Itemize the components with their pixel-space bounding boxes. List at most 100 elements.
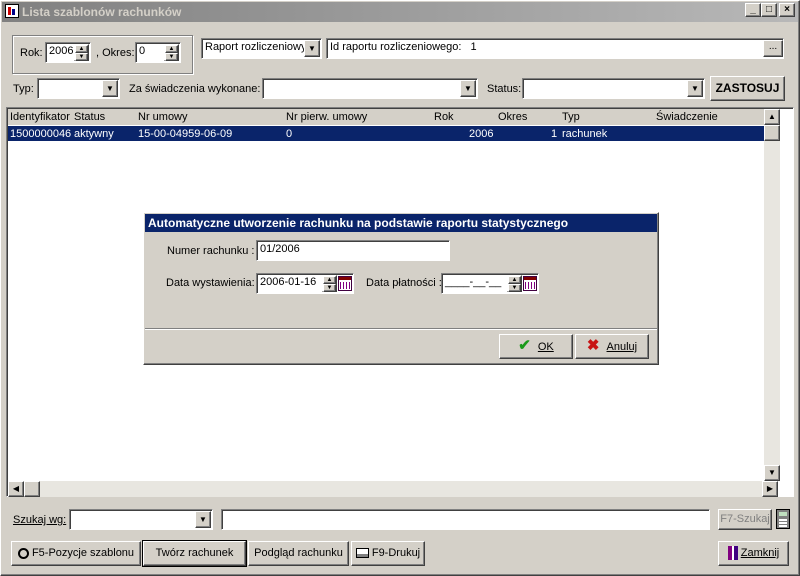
- maximize-button[interactable]: □: [761, 3, 777, 17]
- cell-typ: rachunek: [562, 128, 608, 140]
- cell-okres: 1: [551, 128, 558, 140]
- col-header-status[interactable]: Status: [74, 110, 105, 124]
- col-header-nr-pierw-umowy[interactable]: Nr pierw. umowy: [286, 110, 367, 124]
- calculator-icon[interactable]: [776, 509, 790, 529]
- typ-select[interactable]: ▼: [37, 78, 120, 99]
- raport-type-select[interactable]: Raport rozliczeniowy ▼: [201, 38, 322, 59]
- cell-status: aktywny: [74, 128, 114, 140]
- rok-stepper[interactable]: 2006 ▲ ▼: [45, 42, 91, 63]
- status-label: Status:: [487, 83, 522, 95]
- rok-label: Rok:: [20, 47, 43, 59]
- preview-button[interactable]: Podgląd rachunku: [248, 541, 349, 566]
- data-plat-input[interactable]: ____-__-__ ▲ ▼: [441, 273, 539, 294]
- door-exit-icon: [727, 546, 738, 561]
- numer-value: 01/2006: [260, 243, 300, 255]
- okres-spin[interactable]: ▲ ▼: [164, 44, 179, 61]
- cell-rok: 2006: [469, 128, 494, 140]
- numer-input[interactable]: 01/2006: [256, 240, 450, 261]
- x-icon: ✖: [586, 337, 600, 354]
- data-plat-value: ____-__-__: [445, 276, 502, 288]
- rok-value: 2006: [49, 45, 74, 57]
- spin-down-icon[interactable]: ▼: [165, 53, 178, 61]
- chevron-down-icon[interactable]: ▼: [195, 511, 211, 528]
- col-header-okres[interactable]: Okres: [498, 110, 527, 124]
- positions-label: F5-Pozycje szablonu: [31, 547, 135, 559]
- search-button[interactable]: F7-Szukaj: [718, 509, 772, 530]
- cancel-label: Anuluj: [606, 341, 638, 353]
- scroll-down-icon[interactable]: ▼: [764, 465, 780, 481]
- col-header-swiadczenie[interactable]: Świadczenie: [656, 110, 718, 124]
- date-spin[interactable]: ▲ ▼: [507, 275, 522, 292]
- raport-id-field[interactable]: Id raportu rozliczeniowego: 1: [326, 38, 784, 59]
- table-header: [8, 109, 764, 125]
- raport-id-label: Id raportu rozliczeniowego:: [330, 41, 462, 53]
- spin-down-icon[interactable]: ▼: [75, 53, 88, 61]
- rok-spin[interactable]: ▲ ▼: [74, 44, 89, 61]
- close-button[interactable]: ×: [779, 3, 795, 17]
- col-header-identyfikator[interactable]: Identyfikator: [10, 110, 70, 124]
- col-header-rok[interactable]: Rok: [434, 110, 454, 124]
- okres-stepper[interactable]: 0 ▲ ▼: [135, 42, 181, 63]
- printer-icon: [355, 548, 369, 559]
- spin-up-icon[interactable]: ▲: [165, 45, 178, 53]
- date-spin[interactable]: ▲ ▼: [322, 275, 337, 292]
- cell-identyfikator: 1500000046: [10, 128, 72, 140]
- search-label: Szukaj wg:: [13, 514, 67, 526]
- spin-down-icon[interactable]: ▼: [323, 284, 336, 292]
- col-header-nr-umowy[interactable]: Nr umowy: [138, 110, 188, 124]
- data-wyst-input[interactable]: 2006-01-16 ▲ ▼: [256, 273, 354, 294]
- vertical-scrollbar[interactable]: [764, 109, 780, 481]
- ok-button[interactable]: ✔ OK: [499, 334, 573, 359]
- calendar-icon[interactable]: [523, 276, 537, 291]
- scroll-left-icon[interactable]: ◀: [8, 481, 24, 497]
- swiadczenia-select[interactable]: ▼: [262, 78, 478, 99]
- dialog-title-text: Automatyczne utworzenie rachunku na pods…: [148, 216, 569, 230]
- cell-nr-umowy: 15-00-04959-06-09: [138, 128, 233, 140]
- ok-label: OK: [537, 341, 554, 353]
- spin-up-icon[interactable]: ▲: [508, 276, 521, 284]
- app-icon: [5, 4, 19, 18]
- close-window-label: Zamknij: [740, 547, 780, 559]
- okres-label: , Okres:: [96, 47, 135, 59]
- minimize-button[interactable]: _: [745, 3, 761, 17]
- raport-id-value: 1: [470, 41, 477, 53]
- search-input[interactable]: [221, 509, 710, 530]
- data-plat-label: Data płatności :: [366, 277, 442, 289]
- swiadczenia-label: Za świadczenia wykonane:: [129, 83, 261, 95]
- chevron-down-icon[interactable]: ▼: [102, 80, 118, 97]
- calendar-icon[interactable]: [338, 276, 352, 291]
- window-title: Lista szablonów rachunków: [22, 5, 182, 19]
- chevron-down-icon[interactable]: ▼: [460, 80, 476, 97]
- col-header-typ[interactable]: Typ: [562, 110, 580, 124]
- dialog-title: Automatyczne utworzenie rachunku na pods…: [145, 214, 657, 232]
- chevron-down-icon[interactable]: ▼: [304, 40, 320, 57]
- scroll-up-icon[interactable]: ▲: [764, 109, 780, 125]
- raport-type-value: Raport rozliczeniowy: [205, 41, 307, 53]
- data-wyst-value: 2006-01-16: [260, 276, 317, 288]
- typ-label: Typ:: [13, 83, 34, 95]
- dialog-separator: [145, 328, 657, 330]
- search-field-select[interactable]: ▼: [69, 509, 213, 530]
- spin-down-icon[interactable]: ▼: [508, 284, 521, 292]
- positions-button[interactable]: F5-Pozycje szablonu: [11, 541, 141, 566]
- table-row[interactable]: [8, 126, 764, 141]
- cancel-button[interactable]: ✖ Anuluj: [575, 334, 649, 359]
- scroll-h-thumb[interactable]: [24, 481, 40, 497]
- create-invoice-button[interactable]: Twórz rachunek: [143, 541, 246, 566]
- numer-label: Numer rachunku :: [167, 245, 255, 257]
- close-window-button[interactable]: Zamknij: [718, 541, 789, 566]
- browse-button[interactable]: ...: [763, 40, 783, 57]
- data-wyst-label: Data wystawienia:: [166, 277, 255, 289]
- chevron-down-icon[interactable]: ▼: [687, 80, 703, 97]
- spin-up-icon[interactable]: ▲: [75, 45, 88, 53]
- cell-nr-pierw-umowy: 0: [286, 128, 293, 140]
- spin-up-icon[interactable]: ▲: [323, 276, 336, 284]
- apply-button[interactable]: ZASTOSUJ: [710, 76, 785, 101]
- scroll-thumb[interactable]: [764, 125, 780, 141]
- okres-value: 0: [139, 45, 146, 57]
- horizontal-scrollbar[interactable]: [8, 481, 764, 497]
- scroll-right-icon[interactable]: ▶: [762, 481, 778, 497]
- print-button[interactable]: F9-Drukuj: [351, 541, 425, 566]
- print-label: F9-Drukuj: [371, 547, 421, 559]
- status-select[interactable]: ▼: [522, 78, 705, 99]
